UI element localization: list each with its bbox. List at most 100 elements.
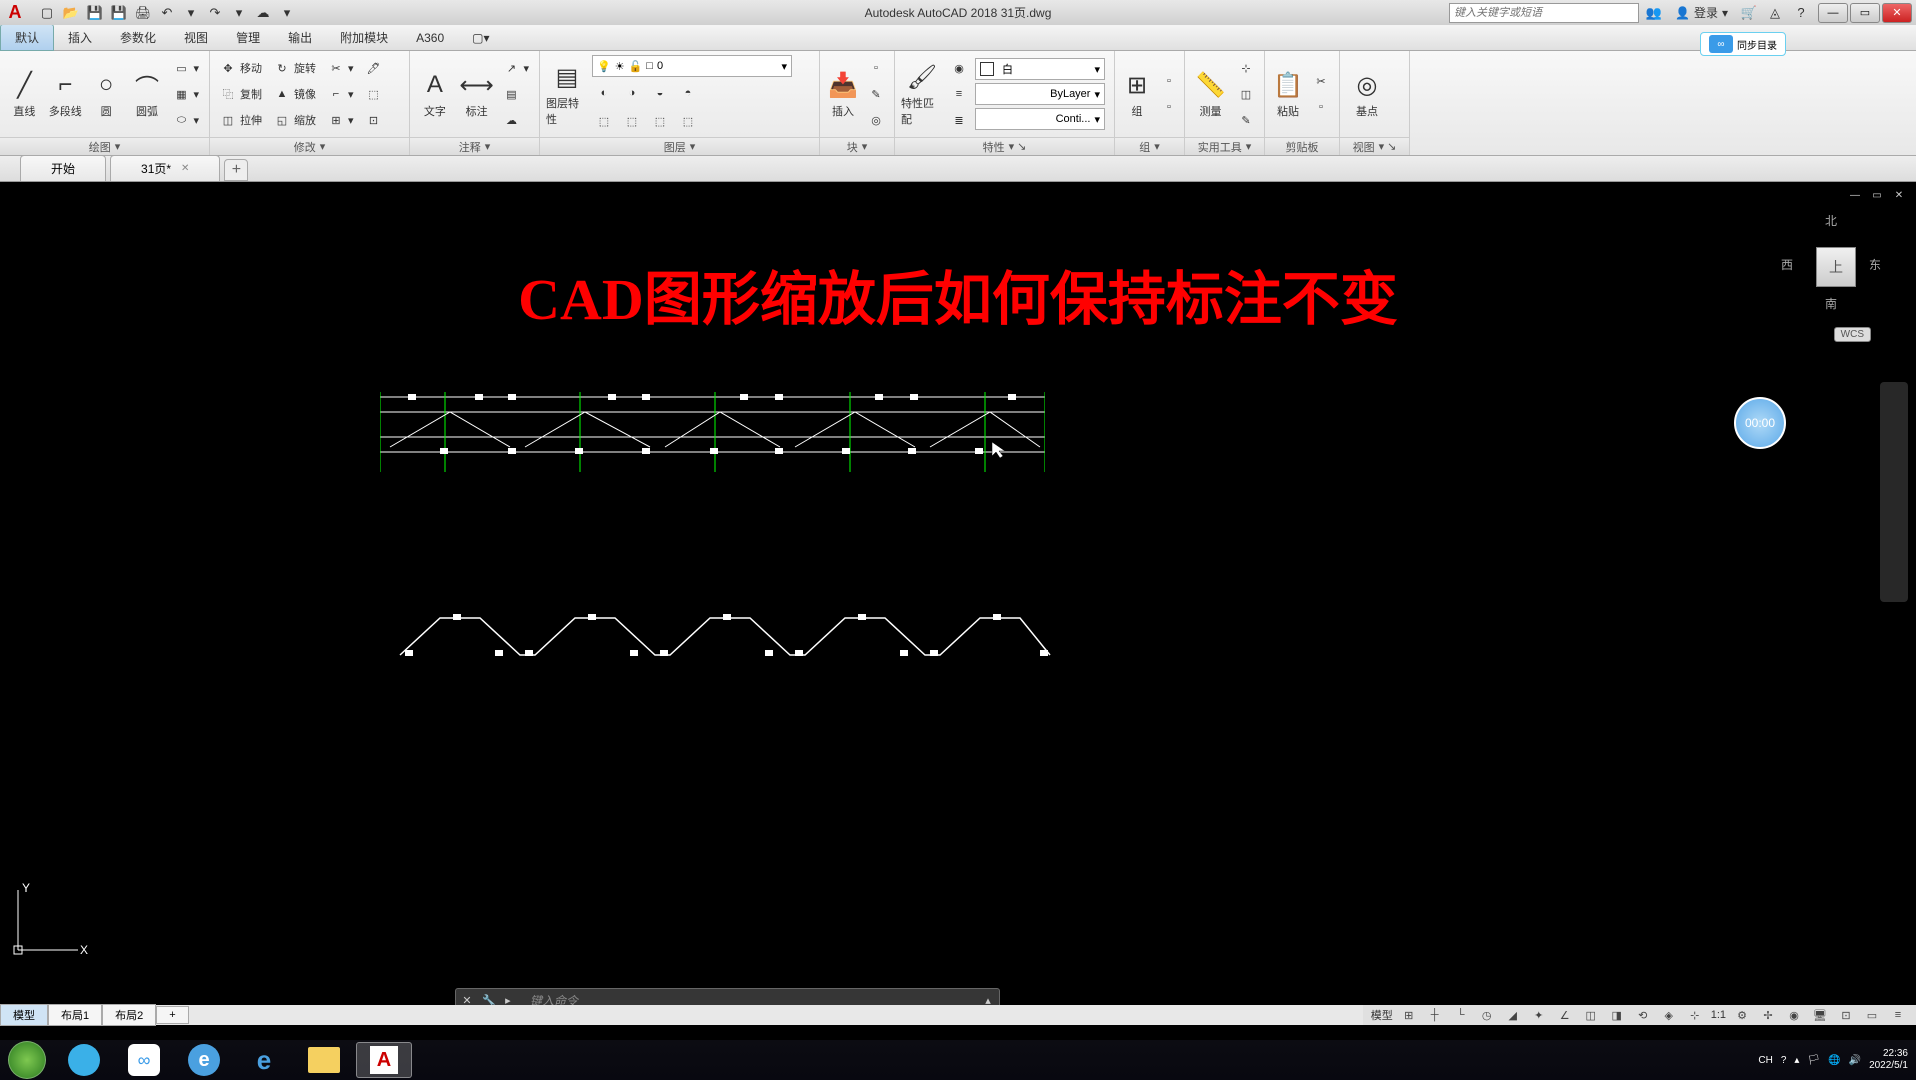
task-autocad[interactable]: A: [356, 1042, 412, 1078]
util-tool-1[interactable]: ⊹: [1234, 56, 1258, 80]
scale-button[interactable]: ◱缩放: [270, 108, 320, 132]
basepoint-button[interactable]: ◎基点: [1346, 55, 1388, 133]
otrack-icon[interactable]: ∠: [1555, 1007, 1575, 1023]
status-model[interactable]: 模型: [1371, 1007, 1393, 1023]
wcs-badge[interactable]: WCS: [1834, 327, 1871, 342]
cloud-icon[interactable]: ☁: [252, 3, 274, 23]
add-tab-button[interactable]: +: [224, 159, 248, 181]
block-tool-2[interactable]: ✎: [864, 82, 888, 106]
viewcube-west[interactable]: 西: [1781, 256, 1793, 273]
tab-layout2[interactable]: 布局2: [102, 1004, 156, 1026]
menu-view[interactable]: 视图: [170, 25, 222, 50]
close-button[interactable]: ✕: [1882, 3, 1912, 23]
layer-tool-8[interactable]: ⬚: [676, 109, 700, 133]
fillet-button[interactable]: ⌐▾: [324, 82, 358, 106]
rotate-button[interactable]: ↻旋转: [270, 56, 320, 80]
panel-layers-title[interactable]: 图层 ▾: [540, 137, 819, 155]
util-tool-3[interactable]: ✎: [1234, 108, 1258, 132]
hatch-button[interactable]: ▦▾: [169, 82, 203, 106]
offset-button[interactable]: ⊡: [362, 108, 386, 132]
menu-expand-icon[interactable]: ▢▾: [458, 27, 503, 49]
cycling-icon[interactable]: ⟲: [1633, 1007, 1653, 1023]
monitor-icon[interactable]: 🖥: [1810, 1007, 1830, 1023]
customize-status-icon[interactable]: ≡: [1888, 1007, 1908, 1023]
menu-addins[interactable]: 附加模块: [326, 25, 402, 50]
panel-blocks-title[interactable]: 块 ▾: [820, 137, 894, 155]
open-icon[interactable]: 📂: [60, 3, 82, 23]
tab-file[interactable]: 31页*✕: [110, 155, 220, 181]
doc-restore-button[interactable]: ▭: [1868, 188, 1886, 202]
panel-modify-title[interactable]: 修改 ▾: [210, 137, 409, 155]
erase-button[interactable]: 🖊: [362, 56, 386, 80]
group-tool-1[interactable]: ▫: [1157, 69, 1181, 93]
network-icon[interactable]: 🌐: [1828, 1055, 1840, 1066]
undo-icon[interactable]: ↶: [156, 3, 178, 23]
paste-button[interactable]: 📋粘贴: [1271, 55, 1305, 133]
status-scale[interactable]: 1:1: [1711, 1009, 1726, 1021]
task-explorer[interactable]: [296, 1042, 352, 1078]
layer-dropdown[interactable]: 💡 ☀ 🔓 □ 0 ▾: [592, 55, 792, 77]
trim-button[interactable]: ✂▾: [324, 56, 358, 80]
panel-view-title[interactable]: 视图 ▾ ↘: [1340, 137, 1409, 155]
flag-icon[interactable]: 🏳: [1807, 1055, 1820, 1066]
dyninput-icon[interactable]: ⊹: [1685, 1007, 1705, 1023]
linetype-dropdown[interactable]: Conti...▾: [975, 108, 1105, 130]
menu-a360[interactable]: A360: [402, 27, 458, 49]
grid-icon[interactable]: ⊞: [1399, 1007, 1419, 1023]
layer-tool-2[interactable]: ◑: [620, 81, 644, 105]
arc-button[interactable]: ⌒圆弧: [129, 55, 166, 133]
leader-button[interactable]: ↗▾: [499, 56, 533, 80]
mirror-button[interactable]: ▲镜像: [270, 82, 320, 106]
print-icon[interactable]: 🖨: [132, 3, 154, 23]
menu-parametric[interactable]: 参数化: [106, 25, 170, 50]
drawing-area[interactable]: — ▭ ✕ CAD图形缩放后如何保持标注不变 北 南 西 东 上 WCS 00:…: [0, 182, 1916, 1040]
rect-button[interactable]: ▭▾: [169, 56, 203, 80]
tray-expand-icon[interactable]: ▴: [1794, 1055, 1799, 1066]
saveas-icon[interactable]: 💾: [108, 3, 130, 23]
workspace-icon[interactable]: ◉: [1784, 1007, 1804, 1023]
polar-icon[interactable]: ◷: [1477, 1007, 1497, 1023]
help-tray-icon[interactable]: ?: [1781, 1055, 1787, 1066]
task-ie[interactable]: e: [236, 1042, 292, 1078]
copy-button[interactable]: ⿻复制: [216, 82, 266, 106]
help-icon[interactable]: ?: [1790, 3, 1812, 23]
cloud-button[interactable]: ☁: [499, 108, 533, 132]
exchange-icon[interactable]: 🛒: [1738, 3, 1760, 23]
tab-layout1[interactable]: 布局1: [48, 1004, 102, 1026]
osnap-icon[interactable]: ✦: [1529, 1007, 1549, 1023]
layer-tool-3[interactable]: ◒: [648, 81, 672, 105]
minimize-button[interactable]: —: [1818, 3, 1848, 23]
doc-minimize-button[interactable]: —: [1846, 188, 1864, 202]
doc-close-button[interactable]: ✕: [1890, 188, 1908, 202]
start-button[interactable]: [0, 1040, 54, 1080]
ortho-icon[interactable]: └: [1451, 1007, 1471, 1023]
panel-draw-title[interactable]: 绘图 ▾: [0, 137, 209, 155]
maximize-button[interactable]: ▭: [1850, 3, 1880, 23]
ime-indicator[interactable]: CH: [1758, 1055, 1772, 1066]
lineweight-icon[interactable]: ◫: [1581, 1007, 1601, 1023]
snap-icon[interactable]: ┼: [1425, 1007, 1445, 1023]
login-button[interactable]: 👤登录▾: [1669, 4, 1734, 21]
viewcube[interactable]: 北 南 西 东 上: [1781, 212, 1881, 312]
task-app-2[interactable]: ∞: [116, 1042, 172, 1078]
tab-start[interactable]: 开始: [20, 155, 106, 181]
volume-icon[interactable]: 🔊: [1849, 1055, 1861, 1066]
layer-tool-5[interactable]: ⬚: [592, 109, 616, 133]
polyline-button[interactable]: ⌐多段线: [47, 55, 84, 133]
navigation-bar[interactable]: [1880, 382, 1908, 602]
menu-default[interactable]: 默认: [0, 24, 54, 51]
group-button[interactable]: ⊞组: [1121, 55, 1153, 133]
cloud-sync-badge[interactable]: ∞ 同步目录: [1700, 32, 1786, 56]
cut-button[interactable]: ✂: [1309, 69, 1333, 93]
app-icon[interactable]: ◬: [1764, 3, 1786, 23]
layer-props-button[interactable]: ▤图层特性: [546, 55, 588, 133]
layer-tool-6[interactable]: ⬚: [620, 109, 644, 133]
viewcube-south[interactable]: 南: [1825, 295, 1837, 312]
layer-tool-1[interactable]: ◐: [592, 81, 616, 105]
block-tool-3[interactable]: ◎: [864, 108, 888, 132]
panel-utilities-title[interactable]: 实用工具 ▾: [1185, 137, 1264, 155]
app-logo[interactable]: A: [0, 0, 30, 25]
hardware-icon[interactable]: ⊡: [1836, 1007, 1856, 1023]
undo-drop-icon[interactable]: ▾: [180, 3, 202, 23]
search-input[interactable]: [1449, 3, 1639, 23]
